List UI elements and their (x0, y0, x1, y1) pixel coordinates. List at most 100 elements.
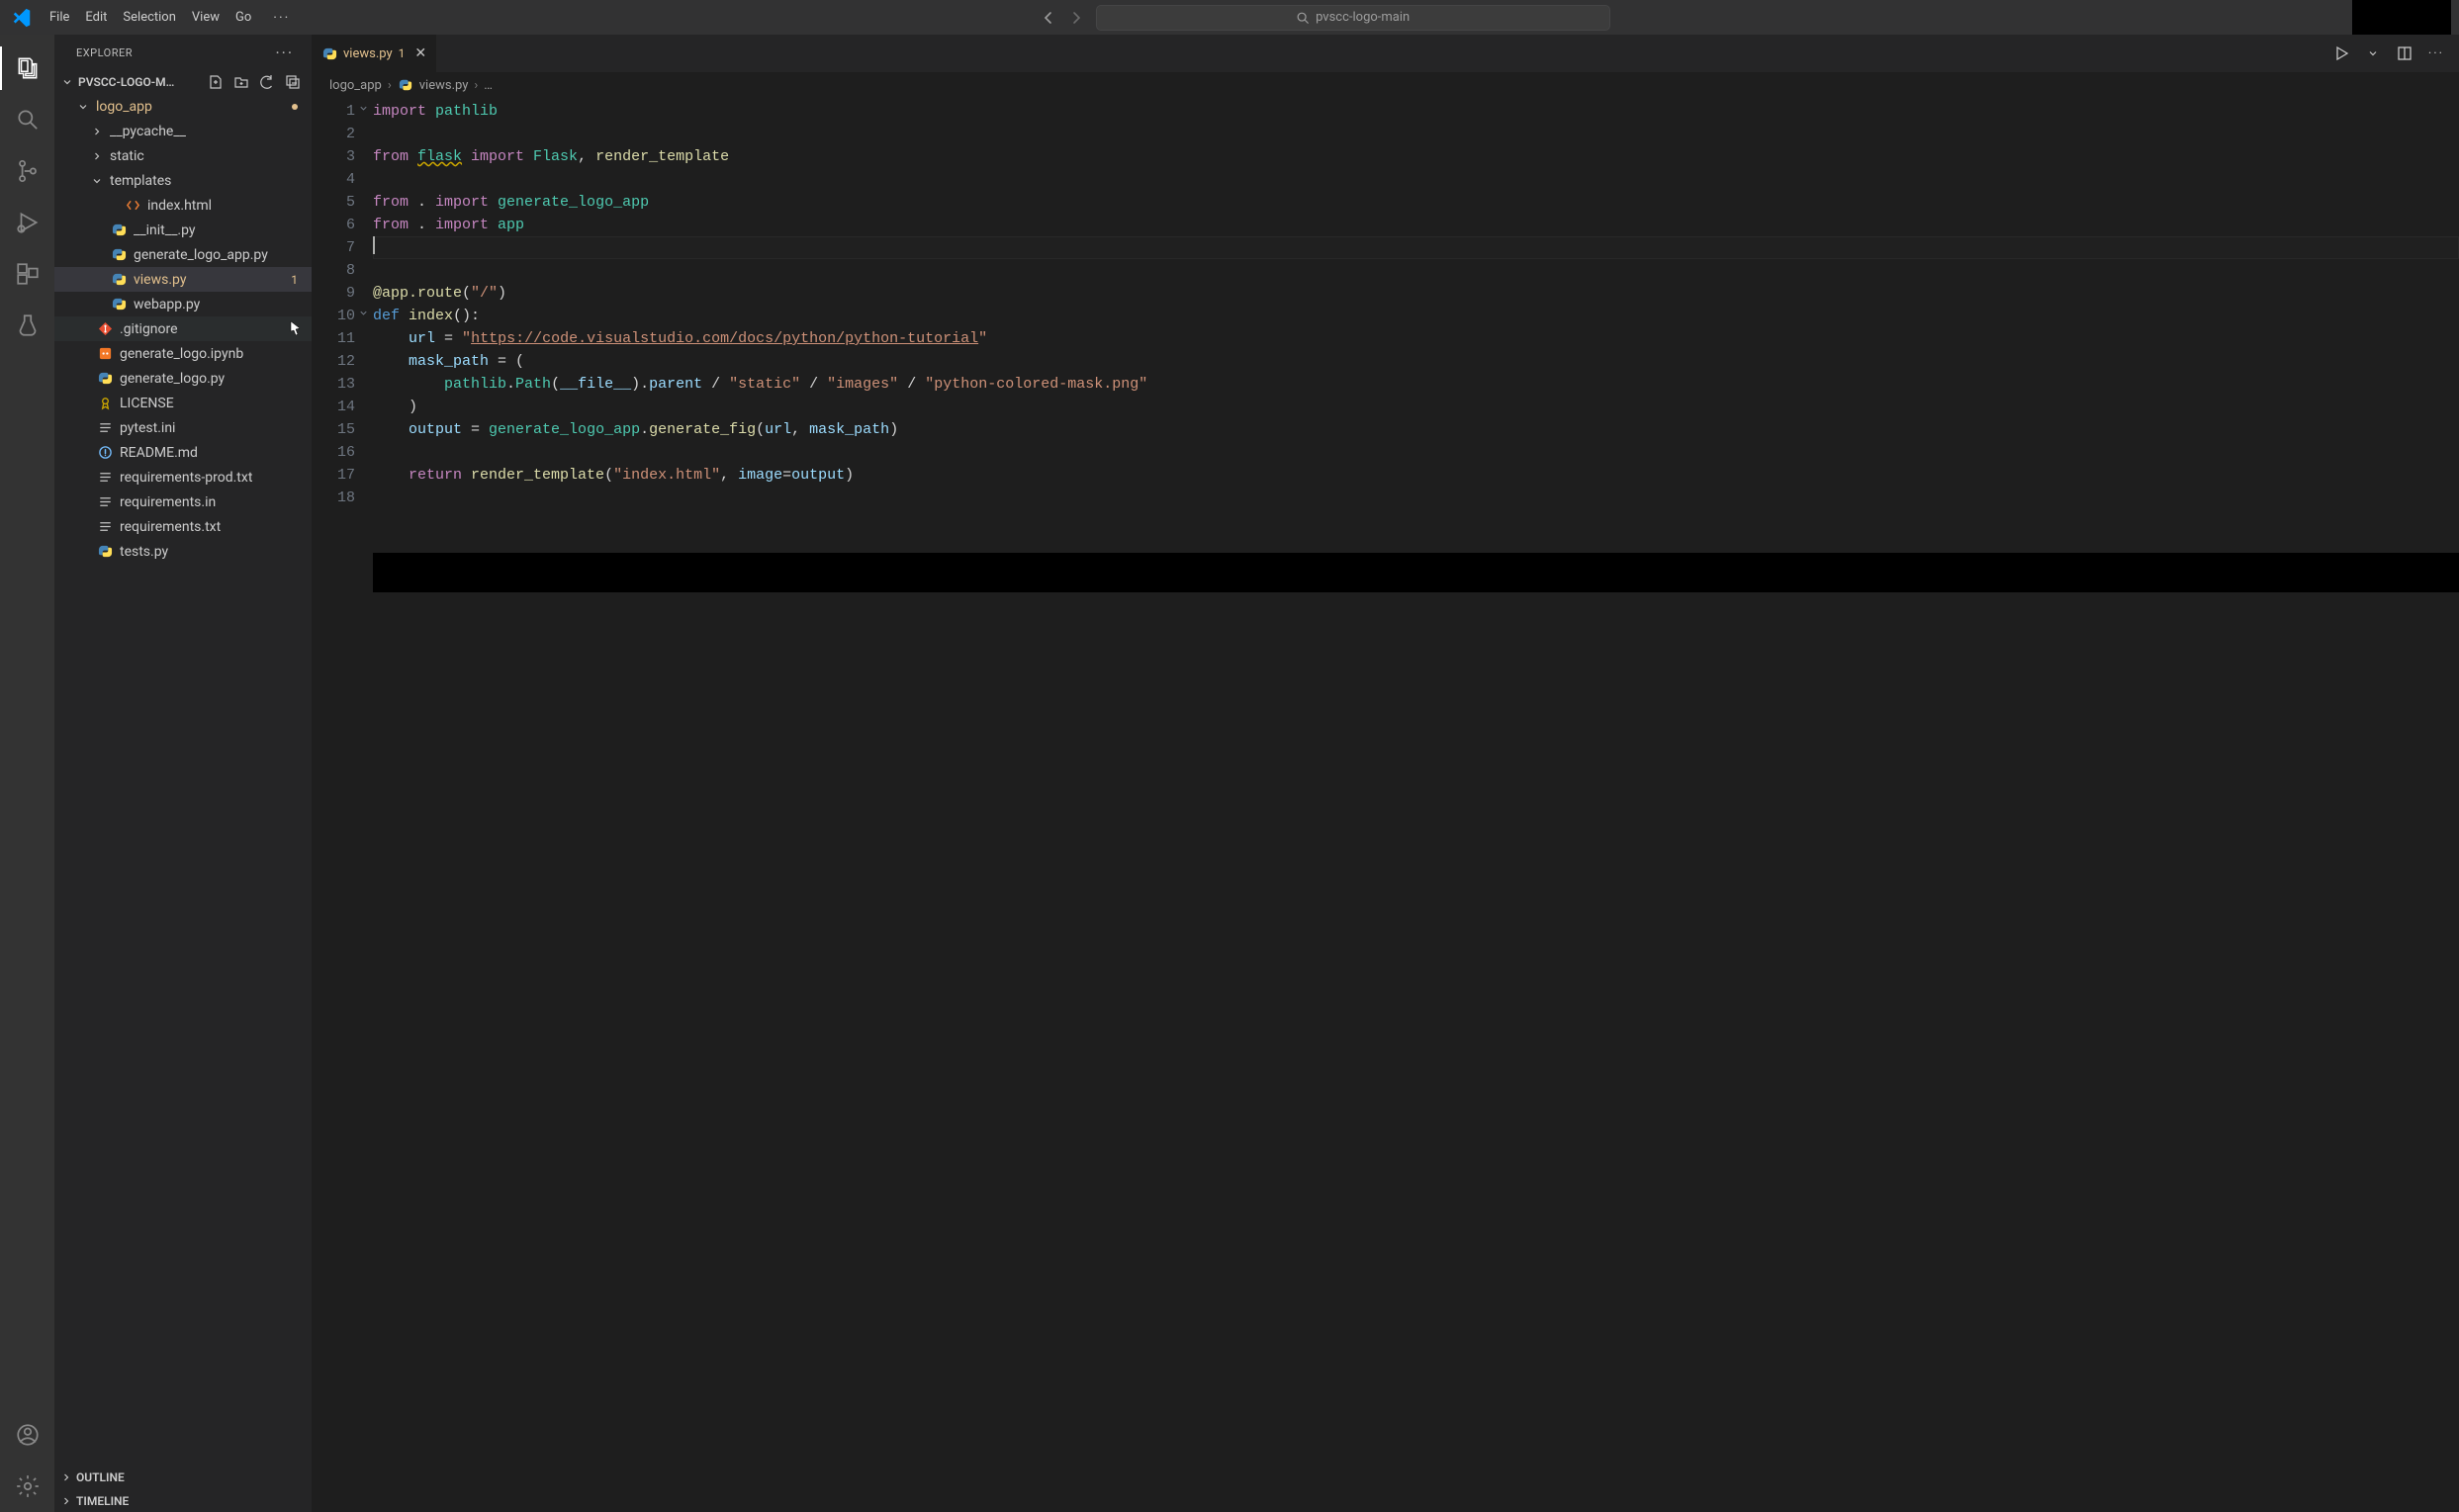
titlebar: FileEditSelectionViewGo ··· pvscc-logo-m… (0, 0, 2459, 35)
menu-overflow-icon[interactable]: ··· (265, 6, 298, 30)
txt-file-icon (96, 519, 114, 534)
editor-actions: ··· (2319, 35, 2459, 72)
activity-explorer-icon[interactable] (0, 43, 54, 94)
code-line[interactable]: ) (373, 396, 2459, 418)
collapse-all-icon[interactable] (284, 73, 302, 91)
tree-file[interactable]: requirements-prod.txt (54, 465, 312, 489)
sidebar-more-icon[interactable]: ··· (275, 44, 294, 62)
tree-file[interactable]: generate_logo_app.py (54, 242, 312, 267)
close-icon[interactable]: ✕ (410, 45, 426, 61)
menu-item-view[interactable]: View (184, 6, 228, 29)
fold-chevron-icon[interactable] (358, 308, 369, 318)
new-file-icon[interactable] (207, 73, 225, 91)
tree-file[interactable]: requirements.in (54, 489, 312, 514)
tree-item-label: webapp.py (134, 297, 302, 312)
tree-file[interactable]: views.py1 (54, 267, 312, 292)
tree-item-label: requirements-prod.txt (120, 470, 302, 486)
line-number: 13 (312, 373, 355, 396)
code-line[interactable]: url = "https://code.visualstudio.com/doc… (373, 327, 2459, 350)
file-tree[interactable]: logo_app__pycache__statictemplatesindex.… (54, 94, 312, 1465)
chevron-right-icon (60, 1495, 72, 1507)
code-line[interactable]: from . import generate_logo_app (373, 191, 2459, 214)
activity-accounts-icon[interactable] (0, 1409, 54, 1461)
chevron-right-icon[interactable] (90, 126, 104, 137)
timeline-panel-header[interactable]: TIMELINE (54, 1488, 312, 1512)
tree-file[interactable]: pytest.ini (54, 415, 312, 440)
sidebar-title-row: EXPLORER ··· (54, 35, 312, 70)
line-number: 6 (312, 214, 355, 236)
code-line[interactable]: from flask import Flask, render_template (373, 145, 2459, 168)
code-line[interactable] (373, 259, 2459, 282)
tree-folder[interactable]: templates (54, 168, 312, 193)
line-number: 12 (312, 350, 355, 373)
tree-folder[interactable]: logo_app (54, 94, 312, 119)
code-line[interactable]: return render_template("index.html", ima… (373, 464, 2459, 487)
code-line[interactable] (373, 168, 2459, 191)
chevron-down-icon (60, 76, 74, 88)
tree-file[interactable]: tests.py (54, 539, 312, 564)
tree-file[interactable]: requirements.txt (54, 514, 312, 539)
tree-file[interactable]: LICENSE (54, 391, 312, 415)
command-center[interactable]: pvscc-logo-main (1096, 5, 1610, 31)
menu-item-go[interactable]: Go (228, 6, 259, 29)
tree-item-label: generate_logo.ipynb (120, 346, 302, 362)
refresh-icon[interactable] (258, 73, 276, 91)
code-line[interactable]: def index(): (373, 305, 2459, 327)
breadcrumb-segment[interactable]: … (484, 78, 493, 93)
activity-extensions-icon[interactable] (0, 248, 54, 300)
folder-header[interactable]: PVSCC-LOGO-M… (54, 70, 312, 94)
tree-file[interactable]: generate_logo.ipynb (54, 341, 312, 366)
tree-folder[interactable]: static (54, 143, 312, 168)
tree-file[interactable]: generate_logo.py (54, 366, 312, 391)
fold-chevron-icon[interactable] (358, 103, 369, 114)
activity-run-debug-icon[interactable] (0, 197, 54, 248)
py-file-icon (110, 247, 128, 262)
outline-panel-header[interactable]: OUTLINE (54, 1465, 312, 1488)
code-line[interactable] (373, 236, 2459, 259)
code-line[interactable]: output = generate_logo_app.generate_fig(… (373, 418, 2459, 441)
code-line[interactable] (373, 441, 2459, 464)
tree-file[interactable]: webapp.py (54, 292, 312, 316)
chevron-right-icon[interactable] (90, 150, 104, 162)
tabs-bar: views.py 1 ✕ ··· (312, 35, 2459, 72)
code-line[interactable] (373, 487, 2459, 509)
code-line[interactable]: pathlib.Path(__file__).parent / "static"… (373, 373, 2459, 396)
outline-label: OUTLINE (76, 1470, 125, 1484)
code-content[interactable]: import pathlib from flask import Flask, r… (373, 98, 2459, 1512)
code-line[interactable] (373, 123, 2459, 145)
code-line[interactable]: from . import app (373, 214, 2459, 236)
tree-folder[interactable]: __pycache__ (54, 119, 312, 143)
tree-item-label: views.py (134, 272, 285, 288)
tab-views-py[interactable]: views.py 1 ✕ (312, 35, 437, 72)
menu-item-edit[interactable]: Edit (77, 6, 115, 29)
breadcrumb-segment[interactable]: logo_app (329, 78, 382, 93)
breadcrumb-segment[interactable]: views.py (419, 78, 469, 93)
tree-file[interactable]: .gitignore (54, 316, 312, 341)
tree-file[interactable]: index.html (54, 193, 312, 218)
code-line[interactable]: @app.route("/") (373, 282, 2459, 305)
code-line[interactable]: mask_path = ( (373, 350, 2459, 373)
tree-file[interactable]: README.md (54, 440, 312, 465)
activity-testing-icon[interactable] (0, 300, 54, 351)
menu-item-selection[interactable]: Selection (115, 6, 183, 29)
chevron-down-icon[interactable] (2364, 44, 2382, 62)
breadcrumbs[interactable]: logo_app › views.py › … (312, 72, 2459, 98)
run-icon[interactable] (2332, 44, 2350, 62)
tree-item-label: tests.py (120, 544, 302, 560)
new-folder-icon[interactable] (232, 73, 250, 91)
activity-settings-icon[interactable] (0, 1461, 54, 1512)
editor[interactable]: 123456789101112131415161718 import pathl… (312, 98, 2459, 1512)
code-line[interactable]: import pathlib (373, 100, 2459, 123)
chevron-down-icon[interactable] (76, 101, 90, 113)
activity-source-control-icon[interactable] (0, 145, 54, 197)
tree-file[interactable]: __init__.py (54, 218, 312, 242)
menu-item-file[interactable]: File (42, 6, 77, 29)
nav-back-icon[interactable] (1041, 10, 1056, 26)
split-editor-icon[interactable] (2396, 44, 2413, 62)
more-actions-icon[interactable]: ··· (2427, 44, 2445, 62)
line-number: 14 (312, 396, 355, 418)
chevron-down-icon[interactable] (90, 175, 104, 187)
nav-forward-icon[interactable] (1068, 10, 1084, 26)
activity-search-icon[interactable] (0, 94, 54, 145)
tree-item-label: .gitignore (120, 321, 282, 337)
